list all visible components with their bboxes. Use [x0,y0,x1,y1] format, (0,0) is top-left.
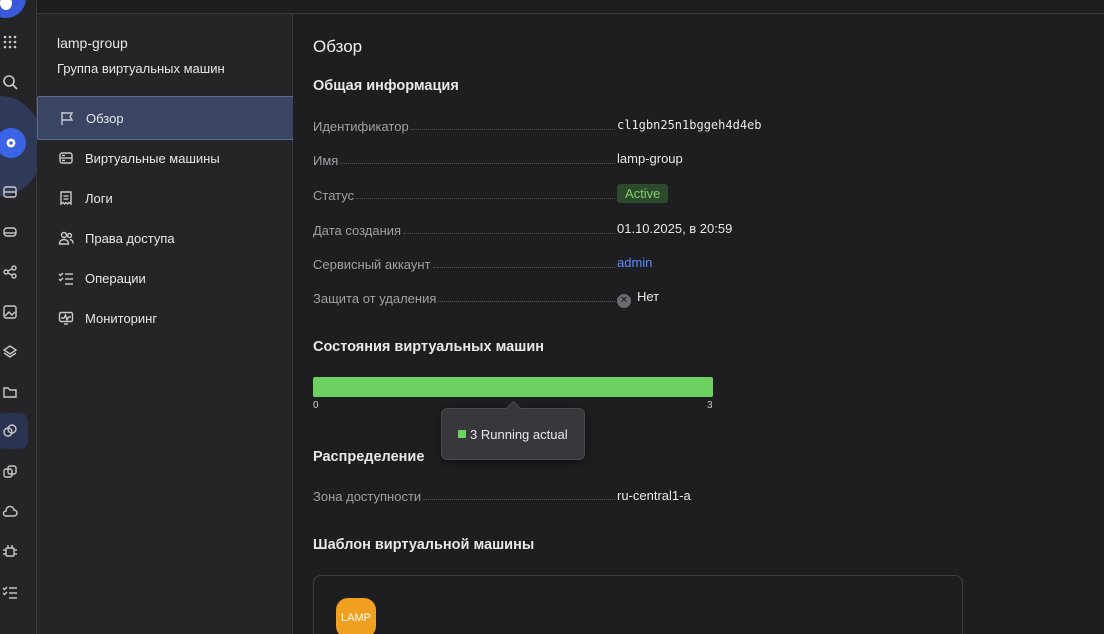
layers-icon[interactable] [0,342,20,362]
sidebar-item-monitoring[interactable]: Мониторинг [37,296,294,340]
bar-max-label: 3 [707,400,713,411]
vm-state-bar[interactable] [313,377,713,397]
page-title: Обзор [313,37,363,56]
chip-icon[interactable] [0,542,20,562]
name-label: Имя [313,153,339,168]
protection-label: Защита от удаления [313,291,437,306]
zone-label: Зона доступности [313,489,422,504]
protection-row-label: Защита от удаления [313,288,617,306]
status-row-label: Статус [313,185,617,203]
template-card: LAMP [313,575,963,634]
account-label: Сервисный аккаунт [313,257,431,272]
snapshot-icon[interactable] [0,462,20,482]
apps-icon[interactable] [0,32,20,52]
status-label: Статус [313,188,355,203]
tooltip-text: Running actual [480,426,568,442]
protection-value: ✕ Нет [617,289,659,308]
sidebar: lamp-group Группа виртуальных машин Обзо… [37,14,294,634]
sidebar-item-operations[interactable]: Операции [37,256,294,300]
search-icon[interactable] [0,72,20,92]
status-badge: Active [617,184,669,203]
resource-subtitle: Группа виртуальных машин [57,61,225,76]
sidebar-item-vms[interactable]: Виртуальные машины [37,136,294,180]
sidebar-item-label: Мониторинг [85,310,158,326]
sidebar-item-label: Виртуальные машины [85,150,220,166]
app-root: lamp-group Группа виртуальных машин Обзо… [0,0,1104,634]
logo-icon[interactable] [0,0,26,18]
monitor-icon [57,309,75,327]
protection-value-text: Нет [637,289,660,304]
users-icon [57,229,75,247]
resource-title: lamp-group [57,35,128,51]
zone-value: ru-central1-a [617,488,691,503]
network-icon[interactable] [0,262,20,282]
tooltip-count: 3 [470,426,478,442]
close-circle-icon: ✕ [617,294,631,308]
id-row-label: Идентификатор [313,116,617,134]
flag-icon [58,109,76,127]
sidebar-item-access[interactable]: Права доступа [37,216,294,260]
name-row-label: Имя [313,150,617,168]
vm-state-tooltip: 3 Running actual [441,408,585,460]
sidebar-item-overview[interactable]: Обзор [37,96,294,140]
created-label: Дата создания [313,223,402,238]
image-icon[interactable] [0,302,20,322]
vm-states-heading: Состояния виртуальных машин [313,339,545,355]
created-value: 01.10.2025, в 20:59 [617,221,733,236]
top-bar [37,0,1104,14]
sidebar-item-label: Логи [85,190,113,206]
template-heading: Шаблон виртуальной машины [313,537,535,553]
sidebar-item-logs[interactable]: Логи [37,176,294,220]
folder-icon[interactable] [0,382,20,402]
name-value: lamp-group [617,151,683,166]
server-icon [57,149,75,167]
list-icon[interactable] [0,582,20,602]
sidebar-item-label: Обзор [86,110,124,126]
checklist-icon [57,269,75,287]
service-account-link[interactable]: admin [617,255,652,270]
log-icon [57,189,75,207]
zone-row-label: Зона доступности [313,486,617,504]
general-info-heading: Общая информация [313,78,459,94]
created-row-label: Дата создания [313,220,617,238]
distribution-heading: Распределение [313,449,425,465]
account-row-label: Сервисный аккаунт [313,254,617,272]
id-value[interactable]: cl1gbn25n1bggeh4d4eb [617,118,762,132]
nav-rail [0,0,40,634]
lamp-logo-icon: LAMP [336,598,376,634]
bar-min-label: 0 [313,400,319,411]
disk-icon[interactable] [0,222,20,242]
cloud-icon[interactable] [0,502,20,522]
server-icon[interactable] [0,182,20,202]
sidebar-item-label: Права доступа [85,230,175,246]
id-label: Идентификатор [313,119,409,134]
sidebar-item-label: Операции [85,270,146,286]
legend-swatch [458,430,466,438]
instance-group-icon[interactable] [0,421,20,441]
main-content: Обзор Общая информация Идентификатор cl1… [293,14,1104,634]
